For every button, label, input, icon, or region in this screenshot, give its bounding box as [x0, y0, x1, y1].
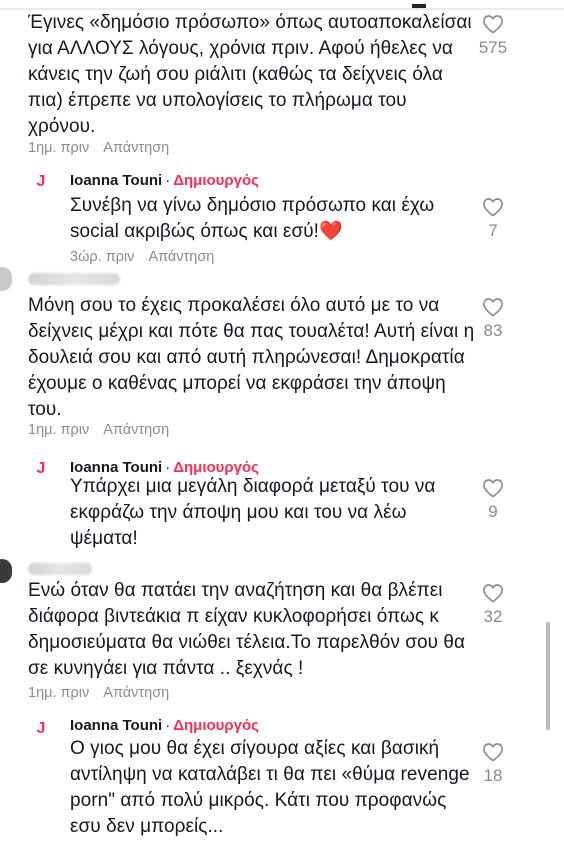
heart-outline-icon [483, 198, 503, 217]
comment-text: Έγινες «δημόσιο πρόσωπο» όπως αυτοαποκαλ… [28, 10, 478, 140]
comment-line: έχουμε ο καθένας μπορεί να εκφράσει την … [28, 373, 446, 394]
heart-outline-icon [483, 743, 503, 762]
comment-time: 3ώρ. πριν [70, 249, 135, 265]
comment-meta: 1ημ. πριν Απάντηση [28, 422, 169, 438]
comment-line: δείχνεις μέχρι και πότε θα πας τουαλέτα!… [28, 321, 475, 342]
comment-line: δουλειά σου και από αυτή πληρώνεσαι! Δημ… [28, 347, 465, 368]
comment-time: 1ημ. πριν [28, 422, 90, 438]
comment-line: αντίληψη να καταλάβει τι θα πει «θύμα re… [70, 764, 470, 785]
comment-line: για ΑΛΛΟΥΣ λόγους, χρόνια πριν. Αφού ήθε… [28, 38, 453, 59]
creator-avatar[interactable]: J [34, 720, 48, 740]
comment-line: Ενώ όταν θα πατάει την αναζήτηση και θα … [28, 580, 443, 601]
like-button[interactable]: 9 [473, 478, 513, 522]
like-button[interactable]: 32 [473, 583, 513, 627]
author-name: Ioanna Touni [70, 172, 163, 189]
comment-line: πια) έπρεπε να υπολογίσεις το πλήρωμα το… [28, 90, 407, 111]
like-count: 9 [488, 502, 498, 521]
comment-line: ψέματα! [70, 528, 138, 549]
comment-line: porn" από πολύ μικρός. Κάτι που προφανώς [70, 790, 447, 811]
comment-line: χρόνου. [28, 116, 96, 137]
like-count: 32 [483, 607, 503, 626]
scrollbar[interactable] [546, 622, 550, 730]
creator-avatar[interactable]: J [34, 460, 48, 480]
like-count: 83 [483, 321, 503, 340]
like-count: 575 [478, 38, 508, 57]
heart-outline-icon [483, 15, 503, 34]
username-redacted[interactable] [28, 273, 120, 285]
comment-item: Έγινες «δημόσιο πρόσωπο» όπως αυτοαποκαλ… [0, 0, 564, 160]
comment-meta: 1ημ. πριν Απάντηση [28, 140, 169, 156]
comment-author[interactable]: Ioanna Touni · Δημιουργός [70, 717, 259, 734]
comment-item: Μόνη σου το έχεις προκαλέσει όλο αυτό με… [0, 265, 564, 445]
comment-text: Συνέβη να γίνω δημόσιο πρόσωπο και έχω s… [70, 193, 470, 245]
creator-badge: Δημιουργός [173, 172, 259, 189]
comment-text: Υπάρχει μια μεγάλη διαφορά μεταξύ του να… [70, 474, 470, 552]
comment-line: εκφράζω την άποψη μου και του να λέω [70, 502, 407, 523]
comment-line: σε κυνηγάει για πάντα .. ξεχνάς ! [28, 658, 304, 679]
comment-text: Ενώ όταν θα πατάει την αναζήτηση και θα … [28, 578, 498, 682]
comment-line: διάφορα βιντεάκια π είχαν κυκλοφορήσει ό… [28, 606, 439, 627]
heart-outline-icon [483, 298, 503, 317]
avatar[interactable] [0, 267, 12, 291]
avatar[interactable] [0, 559, 12, 583]
like-count: 7 [488, 221, 498, 240]
comment-line: του. [28, 399, 62, 420]
reply-button[interactable]: Απάντηση [103, 685, 169, 701]
comment-meta: 3ώρ. πριν Απάντηση [70, 249, 214, 265]
comment-line: εσυ δεν μπορείς... [70, 816, 224, 837]
like-button[interactable]: 575 [473, 14, 513, 58]
comment-author[interactable]: Ioanna Touni · Δημιουργός [70, 172, 259, 189]
comment-line: Υπάρχει μια μεγάλη διαφορά μεταξύ του να [70, 476, 436, 497]
reply-button[interactable]: Απάντηση [148, 249, 214, 265]
like-button[interactable]: 7 [473, 197, 513, 241]
like-count: 18 [483, 766, 503, 785]
like-button[interactable]: 18 [473, 742, 513, 786]
like-button[interactable]: 83 [473, 297, 513, 341]
username-redacted[interactable] [28, 563, 92, 575]
comment-line: Έγινες «δημόσιο πρόσωπο» όπως αυτοαποκαλ… [28, 12, 472, 33]
comment-text: Μόνη σου το έχεις προκαλέσει όλο αυτό με… [28, 293, 498, 423]
reply-item: J Ioanna Touni · Δημιουργός Ο γιος μου θα … [0, 712, 564, 852]
creator-avatar[interactable]: J [34, 173, 48, 193]
comment-line: social ακριβώς όπως και εσύ!❤️ [70, 221, 343, 242]
comment-line: δημοσιεύματα θα νιώθει τέλεια.Το παρελθό… [28, 632, 466, 653]
comment-line: Ο γιος μου θα έχει σίγουρα αξίες και βασ… [70, 738, 440, 759]
comment-time: 1ημ. πριν [28, 140, 90, 156]
comment-item: Ενώ όταν θα πατάει την αναζήτηση και θα … [0, 555, 564, 705]
reply-button[interactable]: Απάντηση [103, 422, 169, 438]
comment-line: Συνέβη να γίνω δημόσιο πρόσωπο και έχω [70, 195, 435, 216]
heart-outline-icon [483, 584, 503, 603]
comment-meta: 1ημ. πριν Απάντηση [28, 685, 169, 701]
comment-time: 1ημ. πριν [28, 685, 90, 701]
comment-text: Ο γιος μου θα έχει σίγουρα αξίες και βασ… [70, 736, 470, 840]
reply-button[interactable]: Απάντηση [103, 140, 169, 156]
reply-item: J Ioanna Touni · Δημιουργός Συνέβη να γίνω… [0, 165, 564, 265]
creator-badge: Δημιουργός [173, 717, 259, 734]
heart-outline-icon [483, 479, 503, 498]
reply-item: J Ioanna Touni · Δημιουργός Υπάρχει μια με… [0, 452, 564, 552]
author-name: Ioanna Touni [70, 717, 163, 734]
comment-line: κάνεις την ζωή σου ριάλιτι (καθώς τα δεί… [28, 64, 443, 85]
comment-line: Μόνη σου το έχεις προκαλέσει όλο αυτό με… [28, 295, 440, 316]
